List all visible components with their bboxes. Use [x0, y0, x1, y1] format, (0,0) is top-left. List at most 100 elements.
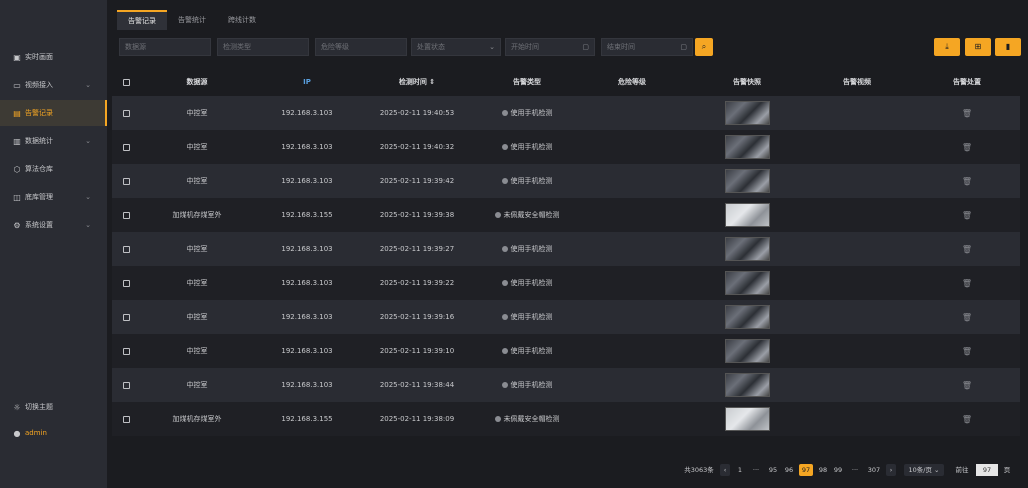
prev-page-button[interactable]: ‹ — [720, 464, 730, 476]
trash-icon[interactable]: 🗑 — [962, 415, 972, 424]
page-ellipsis-right[interactable]: ··· — [848, 464, 862, 476]
batch-delete-button[interactable]: ▮ — [995, 38, 1021, 56]
alarm-type-text: 使用手机检测 — [510, 143, 553, 151]
page-307[interactable]: 307 — [866, 464, 882, 476]
cell-time: 2025-02-11 19:38:09 — [379, 415, 455, 423]
sidebar-item-library[interactable]: ◫ 底库管理 ⌄ — [0, 184, 107, 210]
alarm-type-text: 使用手机检测 — [510, 313, 553, 321]
chevron-right-icon: › — [889, 466, 893, 474]
goto-suffix: 页 — [1003, 466, 1011, 474]
chevron-down-icon: ⌄ — [85, 81, 91, 89]
row-checkbox[interactable] — [122, 109, 130, 117]
export-button[interactable]: ⤓ — [934, 38, 960, 56]
tab-alarm-records[interactable]: 告警记录 — [117, 10, 167, 30]
detect-type-input[interactable]: 检测类型 — [217, 38, 309, 56]
row-checkbox[interactable] — [122, 211, 130, 219]
cell-source: 中控室 — [186, 177, 208, 185]
next-page-button[interactable]: › — [886, 464, 896, 476]
end-time-input[interactable]: 结束时间 ▢ — [601, 38, 693, 56]
row-checkbox[interactable] — [122, 245, 130, 253]
sidebar-item-live-view[interactable]: ▣ 实时画面 — [0, 44, 107, 70]
goto-page-input[interactable] — [976, 464, 998, 476]
row-checkbox[interactable] — [122, 347, 130, 355]
cell-time: 2025-02-11 19:40:53 — [379, 109, 455, 117]
status-select[interactable]: 处置状态 ⌄ — [411, 38, 501, 56]
chevron-down-icon: ⌄ — [85, 221, 91, 229]
sidebar-item-video-access[interactable]: ▭ 视频接入 ⌄ — [0, 72, 107, 98]
search-button[interactable]: ⌕ — [695, 38, 713, 56]
page-ellipsis-left[interactable]: ··· — [749, 464, 763, 476]
tab-line-count[interactable]: 跨线计数 — [217, 10, 267, 30]
cell-snapshot — [707, 164, 787, 198]
cell-snapshot — [707, 334, 787, 368]
sun-icon: ☼ — [13, 402, 21, 412]
status-dot-icon — [501, 280, 508, 286]
sidebar-item-statistics[interactable]: ▥ 数据统计 ⌄ — [0, 128, 107, 154]
row-checkbox[interactable] — [122, 143, 130, 151]
snapshot-thumbnail[interactable] — [724, 305, 770, 329]
cell-source: 中控室 — [186, 347, 208, 355]
row-checkbox[interactable] — [122, 415, 130, 423]
snapshot-thumbnail[interactable] — [724, 169, 770, 193]
trash-icon[interactable]: 🗑 — [962, 143, 972, 152]
trash-icon[interactable]: 🗑 — [962, 109, 972, 118]
alarm-type-text: 使用手机检测 — [510, 347, 553, 355]
table-header: 数据源 IP 检测时间 ⇕ 告警类型 危险等级 告警快照 告警视频 告警处置 — [112, 68, 1020, 96]
source-input[interactable]: 数据源 — [119, 38, 211, 56]
risk-level-input[interactable]: 危险等级 — [315, 38, 407, 56]
trash-icon[interactable]: 🗑 — [962, 381, 972, 390]
sidebar-item-settings[interactable]: ⚙ 系统设置 ⌄ — [0, 212, 107, 238]
table-row: 加煤机存煤室外 192.168.3.155 2025-02-11 19:39:38 未… — [112, 198, 1020, 232]
snapshot-thumbnail[interactable] — [724, 271, 770, 295]
snapshot-thumbnail[interactable] — [724, 203, 770, 227]
page-97-current[interactable]: 97 — [799, 464, 813, 476]
page-96[interactable]: 96 — [782, 464, 796, 476]
page-99[interactable]: 99 — [831, 464, 845, 476]
cell-snapshot — [707, 368, 787, 402]
theme-toggle[interactable]: ☼ 切换主题 — [0, 394, 107, 420]
sidebar-item-alarm-records[interactable]: ▤ 告警记录 — [0, 100, 107, 126]
snapshot-thumbnail[interactable] — [724, 373, 770, 397]
user-menu[interactable]: ● admin — [0, 420, 107, 446]
row-select-cell — [120, 266, 132, 300]
trash-icon[interactable]: 🗑 — [962, 211, 972, 220]
batch-process-button[interactable]: ⊞ — [965, 38, 991, 56]
sidebar-item-algorithm-store[interactable]: ⬡ 算法仓库 — [0, 156, 107, 182]
trash-icon[interactable]: 🗑 — [962, 347, 972, 356]
tab-alarm-statistics[interactable]: 告警统计 — [167, 10, 217, 30]
status-dot-icon — [494, 416, 501, 422]
header-time[interactable]: 检测时间 ⇕ — [372, 68, 462, 96]
cell-time: 2025-02-11 19:39:16 — [379, 313, 455, 321]
row-checkbox[interactable] — [122, 313, 130, 321]
cell-type: 使用手机检测 — [482, 368, 572, 402]
row-checkbox[interactable] — [122, 279, 130, 287]
row-checkbox[interactable] — [122, 177, 130, 185]
snapshot-thumbnail[interactable] — [724, 237, 770, 261]
cell-action: 🗑 — [927, 266, 1007, 300]
bar-chart-icon: ▥ — [13, 136, 21, 146]
cell-source: 中控室 — [186, 109, 208, 117]
start-time-input[interactable]: 开始时间 ▢ — [505, 38, 595, 56]
snapshot-thumbnail[interactable] — [724, 135, 770, 159]
download-icon: ⤓ — [945, 42, 949, 51]
cell-type: 使用手机检测 — [482, 96, 572, 130]
trash-icon[interactable]: 🗑 — [962, 279, 972, 288]
table-row: 中控室 192.168.3.103 2025-02-11 19:39:27 使用手机检… — [112, 232, 1020, 266]
header-ip: IP — [303, 78, 311, 86]
status-dot-icon — [501, 178, 508, 184]
trash-icon[interactable]: 🗑 — [962, 313, 972, 322]
cell-type: 未佩戴安全帽检测 — [482, 198, 572, 232]
cell-source: 加煤机存煤室外 — [172, 211, 222, 219]
page-size-select[interactable]: 10条/页 ⌄ — [904, 464, 944, 476]
row-checkbox[interactable] — [122, 381, 130, 389]
snapshot-thumbnail[interactable] — [724, 407, 770, 431]
snapshot-thumbnail[interactable] — [724, 339, 770, 363]
page-98[interactable]: 98 — [816, 464, 830, 476]
trash-icon[interactable]: 🗑 — [962, 245, 972, 254]
snapshot-thumbnail[interactable] — [724, 101, 770, 125]
select-all-checkbox[interactable] — [122, 78, 130, 86]
page-1[interactable]: 1 — [734, 464, 746, 476]
page-95[interactable]: 95 — [766, 464, 780, 476]
trash-icon[interactable]: 🗑 — [962, 177, 972, 186]
cube-icon: ⬡ — [13, 164, 21, 174]
